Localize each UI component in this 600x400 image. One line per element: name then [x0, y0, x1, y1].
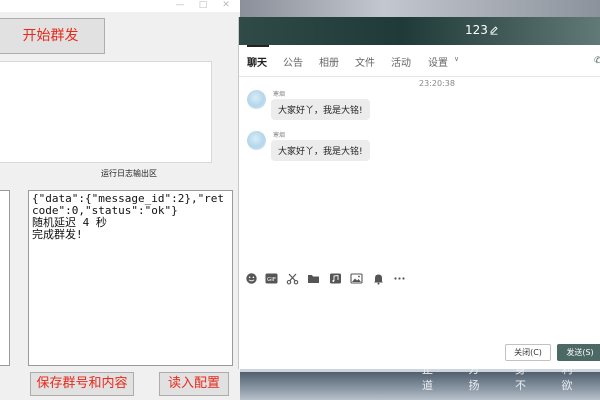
- gif-icon[interactable]: GIF: [265, 272, 278, 285]
- load-config-button[interactable]: 读入配置: [159, 372, 229, 396]
- music-icon[interactable]: [329, 272, 342, 285]
- avatar[interactable]: [247, 131, 266, 150]
- title-bar: — □ ✕: [0, 0, 240, 12]
- sender-name[interactable]: 寒烟: [273, 130, 285, 139]
- chat-message: 寒烟 大家好丫，我是大铭!: [247, 88, 467, 130]
- chat-message: 寒烟 大家好丫，我是大铭!: [247, 129, 467, 171]
- phone-icon[interactable]: ✆: [594, 56, 600, 66]
- message-bubble[interactable]: 大家好丫，我是大铭!: [271, 140, 370, 161]
- start-mass-send-button[interactable]: 开始群发: [0, 18, 105, 54]
- tab-album[interactable]: 相册: [319, 54, 339, 69]
- image-icon[interactable]: [350, 272, 363, 285]
- minimize-icon[interactable]: —: [170, 0, 190, 12]
- chat-tab-bar: 聊天 公告 相册 文件 活动 设置: [239, 45, 600, 77]
- folder-icon[interactable]: [307, 272, 320, 285]
- log-line: 完成群发!: [32, 228, 83, 241]
- wallpaper-top-strip: [240, 0, 600, 17]
- bell-icon[interactable]: [372, 272, 385, 285]
- tab-chat[interactable]: 聊天: [247, 54, 267, 69]
- avatar[interactable]: [247, 90, 266, 109]
- more-icon[interactable]: [393, 272, 406, 285]
- message-timestamp: 23:20:38: [419, 79, 455, 88]
- status-panel: [0, 61, 212, 163]
- group-list-textbox[interactable]: [0, 190, 10, 366]
- save-groups-and-content-button[interactable]: 保存群号和内容: [30, 372, 134, 396]
- send-button[interactable]: 发送(S): [557, 344, 600, 361]
- tab-events[interactable]: 活动: [391, 54, 411, 69]
- active-tab-indicator: [247, 45, 269, 47]
- chevron-down-icon[interactable]: ∨: [454, 55, 459, 63]
- emoji-icon[interactable]: [245, 272, 258, 285]
- chat-header: 123: [239, 17, 600, 45]
- edit-icon[interactable]: [489, 25, 499, 35]
- maximize-icon[interactable]: □: [193, 0, 213, 12]
- input-toolbar: GIF: [245, 272, 425, 288]
- close-icon[interactable]: ✕: [216, 0, 236, 12]
- log-output-textbox[interactable]: {"data":{"message_id":2},"retcode":0,"st…: [28, 190, 233, 366]
- close-button[interactable]: 关闭(C): [505, 344, 551, 361]
- sender-name[interactable]: 寒烟: [273, 89, 285, 98]
- gif-label: GIF: [267, 277, 276, 283]
- tab-announcement[interactable]: 公告: [283, 54, 303, 69]
- group-chat-window: 123 聊天 公告 相册 文件 活动 设置 ∨ ✆ 23:20:38 寒烟 大家…: [238, 17, 600, 369]
- tab-files[interactable]: 文件: [355, 54, 375, 69]
- group-name: 123: [465, 23, 488, 37]
- tab-settings[interactable]: 设置: [428, 54, 448, 69]
- message-bubble[interactable]: 大家好丫，我是大铭!: [271, 99, 370, 120]
- scissors-icon[interactable]: [286, 272, 299, 285]
- mass-sender-window: — □ ✕ 开始群发 运行日志输出区 {"data":{"message_id"…: [0, 0, 240, 400]
- log-line: {"data":{"message_id":2},"retcode":0,"st…: [32, 192, 225, 217]
- log-output-label: 运行日志输出区: [101, 169, 157, 178]
